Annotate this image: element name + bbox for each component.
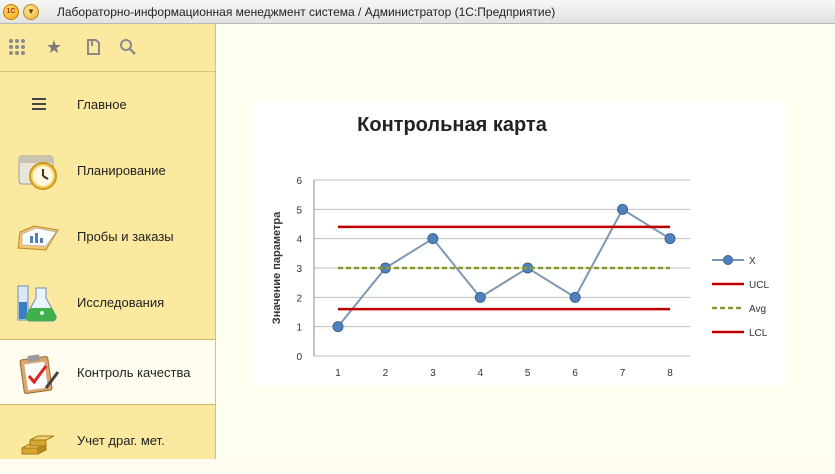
y-tick-label: 4: [296, 235, 302, 246]
window-titlebar: 1С ▼ Лабораторно-информационная менеджме…: [0, 0, 835, 24]
sidebar-item-label: Учет драг. мет.: [77, 433, 165, 448]
sidebar-item-label: Исследования: [77, 295, 165, 310]
sidebar-toolbar: ★: [0, 24, 215, 72]
x-tick-label: 5: [525, 368, 531, 379]
menu-lines-icon: [16, 84, 62, 126]
sidebar-item-precious-metals[interactable]: Учет драг. мет.: [0, 408, 215, 474]
history-icon[interactable]: [82, 36, 104, 58]
legend-avg-label: Avg: [749, 304, 766, 315]
series-x-point: [332, 321, 344, 333]
y-tick-label: 0: [296, 352, 302, 363]
legend-x-label: X: [749, 256, 756, 267]
1c-logo-icon[interactable]: 1С: [3, 4, 19, 20]
legend-lcl-label: LCL: [749, 328, 768, 339]
main-menu-chevron-icon[interactable]: ▼: [23, 4, 39, 20]
clipboard-check-icon: [16, 352, 62, 395]
control-chart: Контрольная карта 012345612345678Номериз…: [252, 100, 786, 386]
search-icon[interactable]: [117, 36, 139, 58]
series-x-point: [617, 203, 629, 215]
star-icon[interactable]: ★: [43, 36, 65, 58]
apps-grid-icon[interactable]: [6, 36, 28, 58]
x-tick-label: 4: [478, 368, 484, 379]
y-tick-label: 1: [296, 323, 302, 334]
workspace: Контрольная карта 012345612345678Номериз…: [216, 24, 835, 459]
lab-flask-icon: [16, 282, 62, 324]
sidebar-item-label: Планирование: [77, 163, 166, 178]
series-x-point: [427, 233, 439, 245]
x-tick-label: 6: [572, 368, 578, 379]
y-tick-label: 2: [296, 293, 302, 304]
legend-ucl-label: UCL: [749, 280, 769, 291]
series-x-point: [474, 291, 486, 303]
sidebar-item-research[interactable]: Исследования: [0, 270, 215, 336]
y-tick-label: 3: [296, 264, 302, 275]
gold-bars-icon: [16, 420, 62, 462]
x-tick-label: 7: [620, 368, 626, 379]
series-x-point: [569, 291, 581, 303]
window-title: Лабораторно-информационная менеджмент си…: [57, 5, 556, 19]
x-tick-label: 3: [430, 368, 436, 379]
sidebar-item-main[interactable]: Главное: [0, 72, 215, 138]
y-tick-label: 5: [296, 205, 302, 216]
folder-chart-icon: [16, 216, 62, 258]
x-tick-label: 1: [335, 368, 341, 379]
sidebar-item-label: Главное: [77, 97, 127, 112]
x-tick-label: 8: [667, 368, 673, 379]
sidebar-item-samples-orders[interactable]: Пробы и заказы: [0, 204, 215, 270]
y-tick-label: 6: [296, 176, 302, 187]
sidebar-item-quality-control[interactable]: Контроль качества: [0, 339, 215, 405]
sidebar-item-label: Контроль качества: [77, 365, 191, 380]
sidebar-item-planning[interactable]: Планирование: [0, 138, 215, 204]
legend-x-marker: [723, 255, 733, 265]
calendar-clock-icon: [16, 150, 62, 192]
chart-plot: 012345612345678НомеризмеренияЗначение па…: [271, 176, 769, 379]
y-axis-label: Значение параметра: [271, 211, 283, 324]
sidebar-item-label: Пробы и заказы: [77, 229, 174, 244]
sections-panel: ★ Главное Планирование Пробы и заказы Ис…: [0, 24, 216, 459]
x-tick-label: 2: [383, 368, 389, 379]
series-x-point: [664, 233, 676, 245]
